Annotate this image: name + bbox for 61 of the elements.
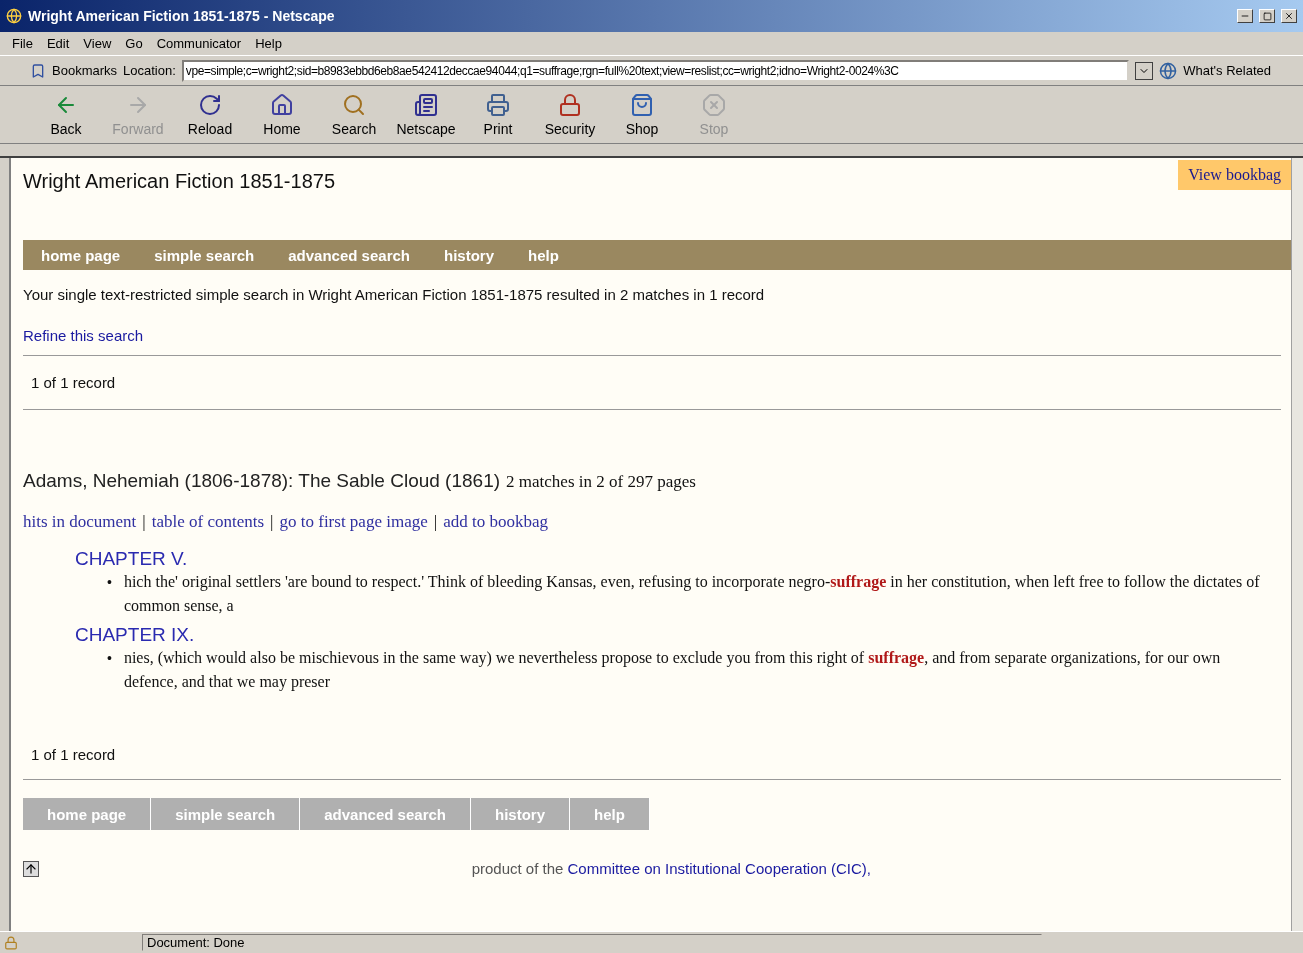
globe-icon — [1159, 61, 1178, 80]
security-icon — [558, 92, 582, 117]
record-count: 1 of 1 record — [31, 746, 117, 763]
scrollbar[interactable] — [1291, 158, 1303, 931]
result-link[interactable]: go to first page image — [279, 512, 428, 532]
bullet: • — [107, 649, 112, 668]
menu-item[interactable]: File — [12, 36, 33, 51]
cic-link[interactable]: Committee on Institutional Cooperation (CIC), — [567, 860, 871, 877]
match-count: 2 matches in 2 of 297 pages — [506, 472, 696, 492]
toolbar-button[interactable]: Netscape — [390, 87, 462, 142]
status-text: Document: Done — [142, 934, 1042, 951]
separator: | — [142, 512, 146, 532]
print-icon — [486, 92, 510, 117]
menu-item[interactable]: Go — [125, 36, 143, 51]
maximize-button[interactable] — [1259, 9, 1275, 23]
result-link[interactable]: hits in document — [23, 512, 137, 532]
url-field[interactable]: vpe=simple;c=wright2;sid=b8983ebbd6eb8ae542412deccae94044;q1=suffrage;rgn=full%20text;view=reslist;cc=wright2;idno=Wright2-0024%3C — [181, 59, 1130, 82]
whats-related-button[interactable]: What's Related — [1183, 63, 1271, 78]
toolbar-button[interactable]: Search — [318, 87, 390, 142]
footer-text: product of the Committee on Institutional Cooperation (CIC), — [471, 860, 871, 877]
menu-item[interactable]: Communicator — [156, 36, 242, 51]
chapter-link[interactable]: CHAPTER V. — [75, 548, 1281, 570]
chapter-link[interactable]: CHAPTER IX. — [75, 624, 1281, 646]
lock-icon — [4, 935, 18, 950]
toolbar-button[interactable]: Home — [246, 87, 318, 142]
snippet-text: nies, (which would also be mischievous in the same way) we nevertheless propose to exclude you from this right of suffrage, and from separate organizations, for our own defence, and that we may preser — [123, 648, 1222, 693]
refine-search-link[interactable]: Refine this search — [23, 327, 144, 344]
globe-icon — [6, 8, 22, 24]
toolbar-button[interactable]: Print — [462, 87, 534, 142]
minimize-button[interactable] — [1237, 9, 1253, 23]
location-label: Location: — [123, 63, 176, 78]
shop-icon — [630, 92, 654, 117]
dropdown-button[interactable] — [1135, 61, 1154, 80]
separator: | — [433, 512, 438, 532]
record-count: 1 of 1 record — [31, 374, 117, 391]
bullet: • — [107, 573, 112, 592]
result-link[interactable]: add to bookbag — [443, 512, 548, 532]
maximize-icon — [1262, 11, 1272, 21]
toolbar-button[interactable]: Reload — [174, 87, 246, 142]
close-button[interactable] — [1281, 9, 1297, 23]
close-icon — [1284, 11, 1294, 21]
result-link[interactable]: table of contents — [151, 512, 265, 532]
home-icon — [270, 92, 294, 117]
view-bookbag-link[interactable]: View bookbag — [1178, 160, 1291, 190]
toolbar-button[interactable]: Shop — [606, 87, 678, 142]
result-heading: Adams, Nehemiah (1806-1878): The Sable Cloud (1861) — [23, 470, 501, 492]
site-title: Wright American Fiction 1851-1875 — [23, 170, 335, 193]
toolbar-button[interactable]: Security — [534, 87, 606, 142]
toolbar-button[interactable]: Back — [30, 87, 102, 142]
reload-icon — [198, 92, 222, 117]
bookmarks-button[interactable]: Bookmarks — [52, 63, 118, 78]
bookmark-icon — [30, 62, 46, 79]
menu-item[interactable]: Edit — [46, 36, 70, 51]
snippet-text: hich the' original settlers 'are bound to respect.' Think of bleeding Kansas, even, refusing to incorporate negro-suffrage in her constitution, when left free to follow the dictates of common sense, a — [123, 572, 1261, 616]
stop-icon — [702, 92, 726, 117]
menu-item[interactable]: Help — [255, 36, 282, 51]
separator: | — [270, 512, 274, 532]
search-icon — [342, 92, 366, 117]
menu-item[interactable]: View — [83, 36, 112, 51]
search-summary: Your single text-restricted simple search in Wright American Fiction 1851-1875 resulted in 2 matches in 1 record — [23, 286, 766, 303]
window-title: Wright American Fiction 1851-1875 - Netscape — [28, 8, 336, 24]
